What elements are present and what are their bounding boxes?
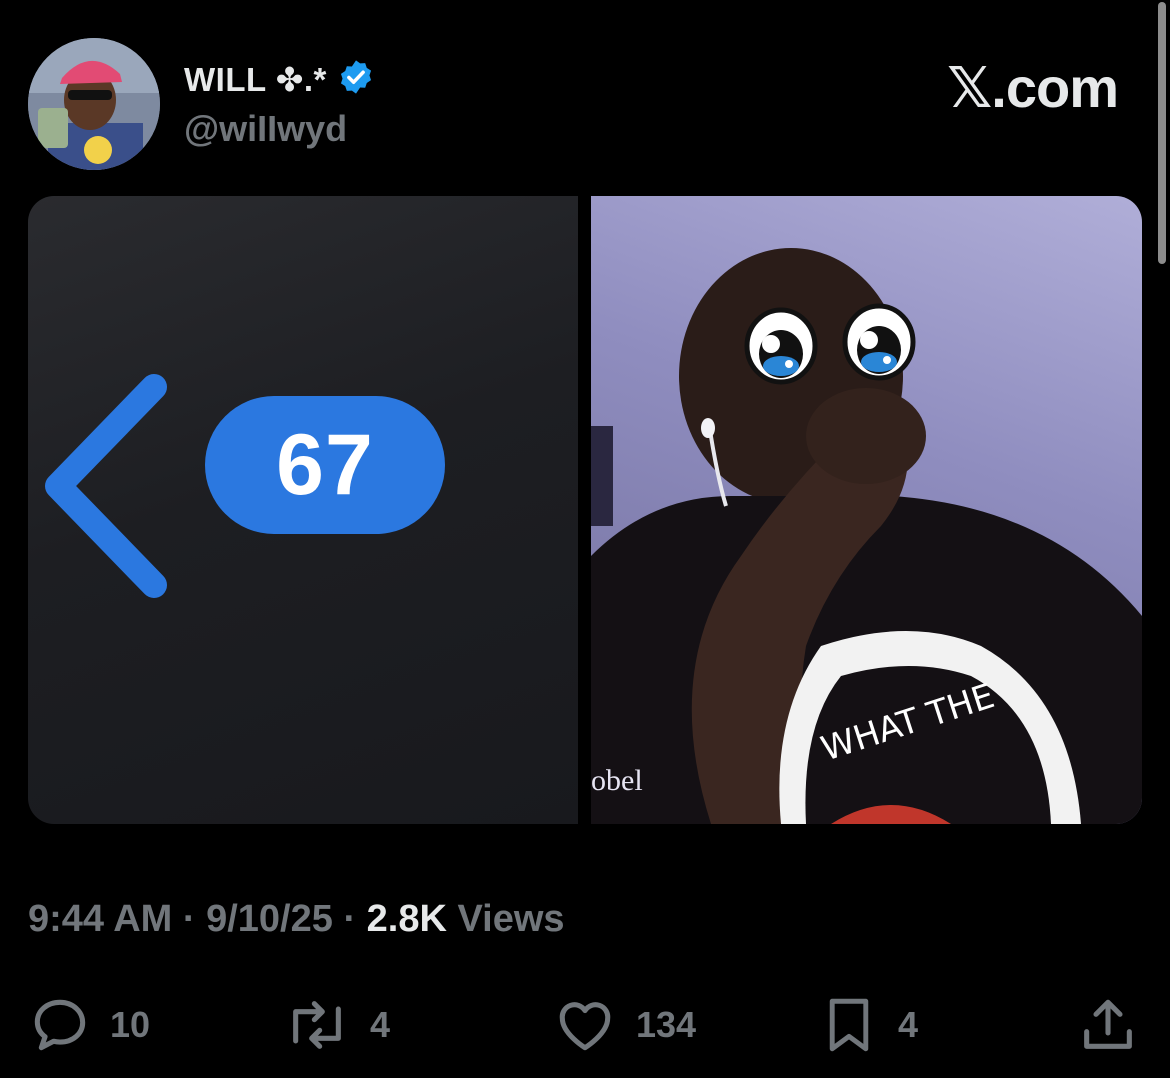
verified-badge-icon [337, 58, 375, 101]
repost-icon [293, 1001, 341, 1049]
share-icon [1084, 999, 1132, 1049]
reaction-photo: WHAT THE [591, 248, 1142, 824]
meta-separator: · [182, 898, 196, 940]
tweet-screenshot: WILL ✤.* @wiIIwyd 𝕏.com 67 WHAT THE obel… [0, 0, 1170, 1078]
meta-separator: · [343, 898, 357, 940]
tweet-media[interactable]: 67 WHAT THE obel [28, 196, 1142, 824]
heart-icon [559, 1002, 611, 1051]
tweet-time[interactable]: 9:44 AM [28, 898, 172, 940]
avatar[interactable] [28, 38, 160, 170]
reply-count: 10 [110, 1004, 151, 1045]
media-image-right[interactable]: WHAT THE obel [591, 196, 1142, 824]
repost-button[interactable]: 4 [282, 990, 390, 1060]
avatar-image [28, 38, 160, 170]
share-button[interactable] [1076, 990, 1140, 1060]
unread-count-badge: 67 [205, 396, 445, 534]
media-image-left[interactable]: 67 [28, 196, 578, 824]
author-handle[interactable]: @wiIIwyd [184, 108, 347, 150]
bookmark-button[interactable]: 4 [818, 990, 918, 1060]
bookmark-icon [829, 998, 869, 1052]
x-logo-brand: 𝕏.com [947, 56, 1119, 119]
reply-button[interactable]: 10 [28, 990, 150, 1060]
like-count: 134 [636, 1004, 697, 1045]
repost-count: 4 [370, 1004, 391, 1045]
display-name[interactable]: WILL ✤.* [184, 60, 327, 99]
scrollbar[interactable] [1158, 2, 1166, 264]
like-button[interactable]: 134 [552, 990, 696, 1060]
badge-count: 67 [276, 416, 374, 513]
reply-icon [34, 999, 86, 1051]
bookmark-count: 4 [898, 1004, 919, 1045]
tweet-meta: 9:44 AM · 9/10/25 · 2.8K Views [28, 898, 565, 941]
tweet-actions: 10 4 134 4 [0, 990, 1170, 1060]
back-chevron-icon [45, 374, 167, 598]
video-watermark: obel [591, 764, 643, 797]
views-count[interactable]: 2.8K [367, 898, 447, 940]
author-name-row[interactable]: WILL ✤.* [184, 58, 375, 101]
views-label[interactable]: Views [458, 898, 565, 940]
tweet-date[interactable]: 9/10/25 [206, 898, 333, 940]
